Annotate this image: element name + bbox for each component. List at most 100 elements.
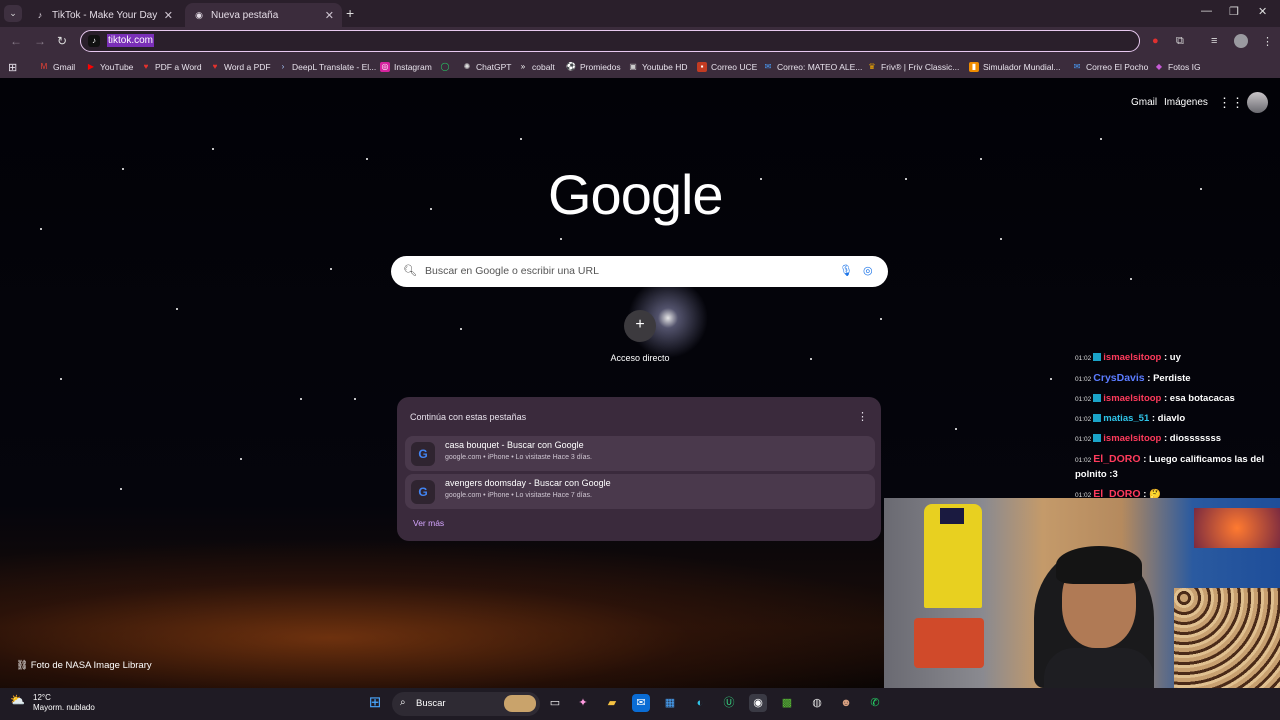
gmail-link[interactable]: Gmail	[1131, 97, 1157, 108]
image-icon: ▣	[629, 62, 637, 71]
close-icon[interactable]: ✕	[325, 9, 334, 22]
bookmark-cobalt[interactable]: » cobalt	[518, 62, 555, 72]
forward-arrow-icon[interactable]: →	[34, 34, 46, 48]
tab-new-tab[interactable]: ◉ Nueva pestaña ✕	[185, 3, 342, 27]
menu-dots-icon[interactable]: ⋮	[1262, 35, 1273, 48]
gmail-icon: M	[40, 62, 48, 71]
bookmark-pdf-a-word[interactable]: ♥ PDF a Word	[141, 62, 202, 72]
person-hair	[1056, 546, 1142, 584]
images-link[interactable]: Imágenes	[1164, 97, 1208, 108]
bookmark-correo-uce[interactable]: ▪ Correo UCE	[697, 62, 757, 72]
youtube-icon: ▶	[87, 62, 95, 71]
tab-tiktok[interactable]: ♪ TikTok - Make Your Day ✕	[26, 3, 181, 27]
chatgpt-icon: ✺	[463, 62, 471, 71]
whatsapp-icon[interactable]: ✆	[866, 694, 884, 712]
bookmark-word-a-pdf[interactable]: ♥ Word a PDF	[210, 62, 271, 72]
chat-timestamp: 01:02	[1075, 355, 1092, 362]
taskbar: ⛅ 12°C Mayorm. nublado ⊞ ⌕ Buscar ▭ ✦ ▰ ✉…	[0, 688, 1280, 720]
list-item[interactable]: G casa bouquet - Buscar con Google googl…	[405, 436, 875, 471]
bookmark-icon: ◆	[1155, 62, 1163, 71]
list-item[interactable]: G avengers doomsday - Buscar con Google …	[405, 474, 875, 509]
back-arrow-icon[interactable]: ←	[10, 34, 22, 48]
app-icon[interactable]: Ⓤ	[720, 694, 738, 712]
extensions-puzzle-icon[interactable]: ⧉	[1176, 35, 1184, 48]
see-more-link[interactable]: Ver más	[413, 518, 444, 528]
apps-grid-icon[interactable]: ⊞	[8, 61, 17, 74]
promiedos-icon: ⚽	[566, 62, 576, 71]
extension-icon[interactable]: ●	[1152, 35, 1159, 47]
chat-text: : diavlo	[1151, 413, 1186, 424]
bookmark-correo-pocho[interactable]: ✉ Correo El Pocho	[1072, 62, 1149, 72]
simulator-icon: ▮	[969, 62, 979, 72]
bookmark-fotos-ig[interactable]: ◆ Fotos IG	[1154, 62, 1201, 72]
account-avatar[interactable]	[1247, 92, 1268, 113]
outlook-icon[interactable]: ✉	[632, 694, 650, 712]
file-explorer-icon[interactable]: ▰	[603, 694, 621, 712]
jersey-collar	[940, 508, 964, 524]
pdf-icon: ♥	[143, 62, 149, 71]
google-lens-icon[interactable]: ◎	[863, 264, 873, 277]
obs-icon[interactable]: ◍	[808, 694, 826, 712]
chat-text: : esa botacacas	[1164, 393, 1235, 404]
chat-text: : diosssssss	[1164, 433, 1222, 444]
badge-icon	[1093, 434, 1102, 443]
outlook-icon: ✉	[764, 62, 772, 71]
new-tab-button[interactable]: +	[346, 5, 354, 21]
search-box[interactable]: 🔍︎ Buscar en Google o escribir una URL 🎙…	[391, 256, 888, 287]
new-tab-page: Gmail Imágenes ⋮⋮⋮ Google 🔍︎ Buscar en G…	[0, 78, 1280, 688]
close-window-icon[interactable]: ✕	[1258, 5, 1267, 18]
chat-username: El_DORO	[1093, 453, 1141, 465]
friv-icon: ♛	[868, 62, 876, 71]
chat-message: 01:02 ismaelsitoop : diosssssss	[1075, 432, 1275, 447]
chat-text: : Perdiste	[1147, 373, 1191, 384]
bookmark-deepl[interactable]: › DeepL Translate - El...	[278, 62, 377, 72]
webcam-overlay	[884, 498, 1280, 688]
chat-timestamp: 01:02	[1075, 376, 1092, 383]
minimize-icon[interactable]: —	[1201, 5, 1212, 17]
add-shortcut-button[interactable]: +	[624, 310, 656, 342]
profile-avatar[interactable]	[1234, 34, 1248, 48]
photo-credit-link[interactable]: ⛓︎ Foto de NASA Image Library	[16, 660, 152, 671]
bookmark-instagram[interactable]: ◎ Instagram	[380, 62, 432, 72]
bookmark-friv[interactable]: ♛ Friv® | Friv Classic...	[867, 62, 959, 72]
more-options-icon[interactable]: ⋮	[857, 410, 868, 423]
bookmark-promiedos[interactable]: ⚽ Promiedos	[566, 62, 621, 72]
address-input[interactable]: tiktok.com	[107, 34, 155, 47]
search-highlight-image	[504, 695, 536, 712]
bookmark-gmail[interactable]: M Gmail	[39, 62, 76, 72]
copilot-icon[interactable]: ✦	[574, 694, 592, 712]
desk-items	[914, 618, 984, 668]
chat-message: 01:02 matias_51 : diavlo	[1075, 412, 1275, 427]
chat-text: : uy	[1164, 352, 1181, 363]
google-logo: Google	[548, 163, 724, 226]
outlook-icon: ▪	[697, 62, 707, 72]
chrome-icon[interactable]: ◉	[749, 694, 767, 712]
media-controls-icon[interactable]: ≡	[1211, 35, 1217, 47]
bookmark-correo-mateo[interactable]: ✉ Correo: MATEO ALE...	[763, 62, 863, 72]
reload-icon[interactable]: ↻	[57, 34, 67, 48]
tiktok-icon: ♪	[37, 10, 43, 20]
tab-search-button[interactable]: ⌄	[4, 5, 22, 22]
store-icon[interactable]: ▦	[661, 694, 679, 712]
bookmark-whatsapp[interactable]: ◯	[440, 62, 454, 72]
item-subtitle: google.com • iPhone • Lo visitaste Hace …	[445, 492, 592, 499]
bookmark-simulador[interactable]: ▮ Simulador Mundial...	[969, 62, 1060, 72]
bookmark-chatgpt[interactable]: ✺ ChatGPT	[462, 62, 512, 72]
person-shirt	[1044, 648, 1154, 688]
close-icon[interactable]: ✕	[164, 9, 173, 22]
restore-icon[interactable]: ❐	[1229, 5, 1239, 18]
taskbar-search[interactable]: ⌕ Buscar	[392, 692, 540, 716]
app-avatar-icon[interactable]: ☻	[837, 694, 855, 712]
bookmark-youtube[interactable]: ▶ YouTube	[86, 62, 133, 72]
edge-icon[interactable]: ◐	[691, 694, 709, 712]
item-subtitle: google.com • iPhone • Lo visitaste Hace …	[445, 454, 592, 461]
minecraft-icon[interactable]: ▩	[778, 694, 796, 712]
windows-start-icon[interactable]: ⊞	[366, 694, 384, 712]
bookmark-youtube-hd[interactable]: ▣ Youtube HD	[628, 62, 687, 72]
address-bar[interactable]: ♪ tiktok.com	[80, 30, 1140, 52]
weather-cloudy-icon: ⛅	[10, 693, 25, 707]
task-view-icon[interactable]: ▭	[546, 694, 564, 712]
chat-timestamp: 01:02	[1075, 457, 1092, 464]
search-input[interactable]: Buscar en Google o escribir una URL	[425, 265, 599, 277]
microphone-icon[interactable]: 🎙︎	[839, 264, 853, 277]
